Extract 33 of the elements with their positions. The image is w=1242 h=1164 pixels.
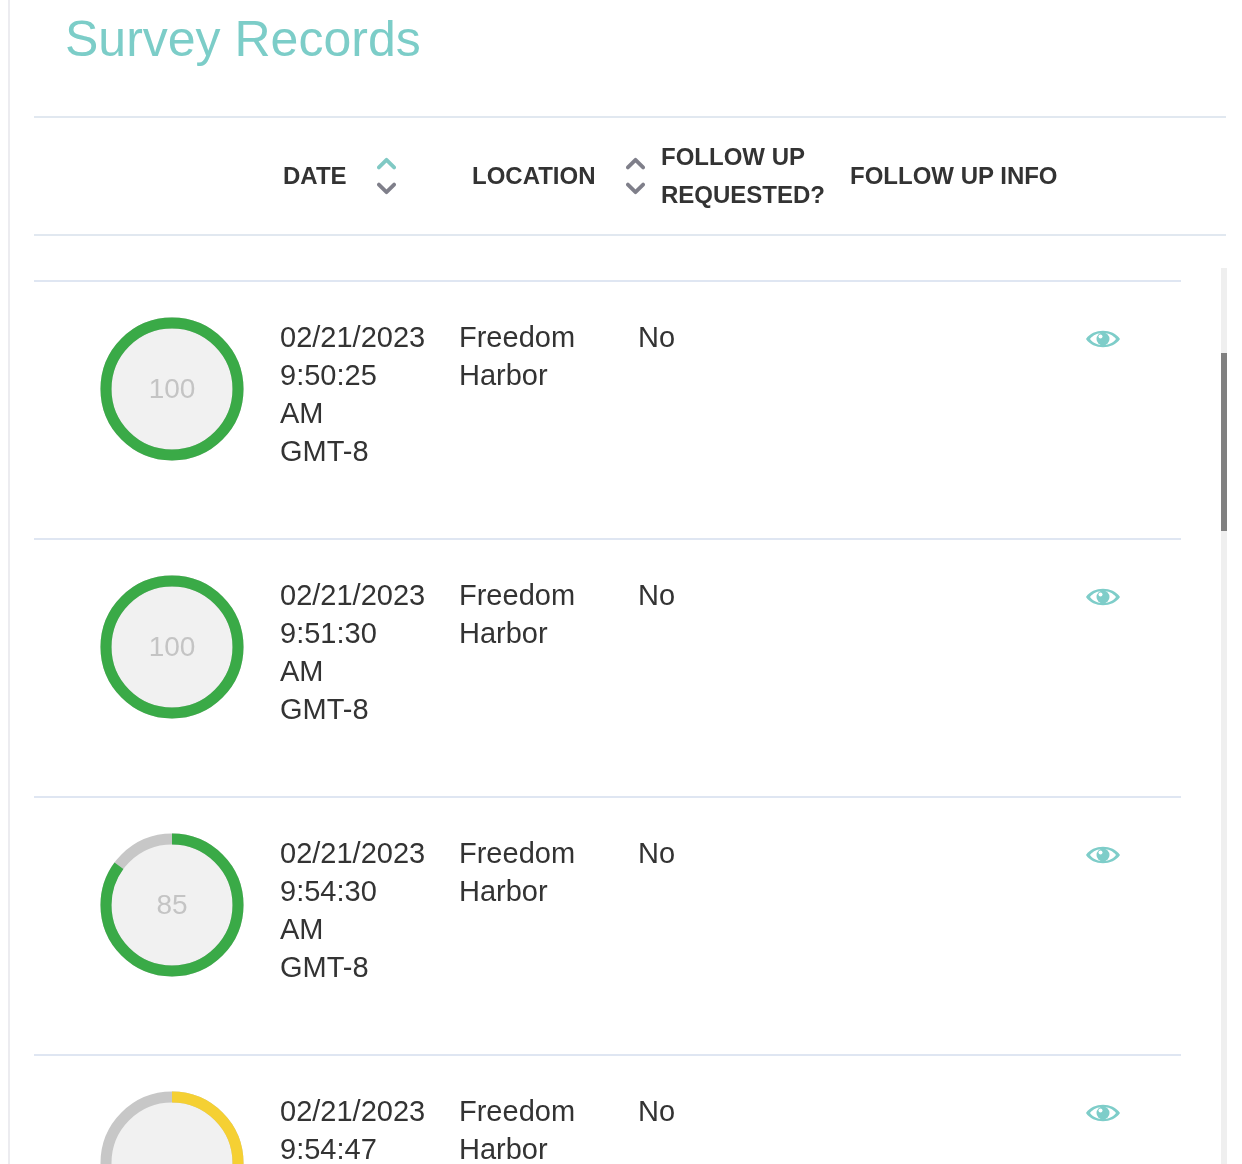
column-header: LOCATION [472, 161, 596, 191]
page-title: Survey Records [34, 0, 1226, 118]
date-text: AM [280, 654, 325, 689]
location-text: Harbor [459, 874, 549, 909]
date-text: 9:51:30 [280, 616, 378, 651]
date-text: 9:54:47 [280, 1132, 378, 1164]
date-text: 02/21/2023 [280, 578, 427, 613]
date-text: 02/21/2023 [280, 1094, 427, 1129]
column-header: DATE [283, 161, 347, 191]
date-text: 02/21/2023 [280, 320, 427, 355]
column-header: FOLLOW UP INFO [850, 161, 1058, 191]
location-text: Freedom [459, 578, 577, 613]
date-text: GMT-8 [280, 950, 370, 985]
follow-up-text: No [638, 836, 677, 871]
date-text: AM [280, 396, 325, 431]
date-text: 02/21/2023 [280, 836, 427, 871]
follow-up-text: No [638, 320, 677, 355]
location-text: Harbor [459, 1132, 549, 1164]
date-text: GMT-8 [280, 434, 370, 469]
date-text: GMT-8 [280, 692, 370, 727]
location-text: Harbor [459, 616, 549, 651]
follow-up-text: No [638, 1094, 677, 1129]
location-text: Freedom [459, 320, 577, 355]
location-text: Freedom [459, 836, 577, 871]
date-text: AM [280, 912, 325, 947]
follow-up-text: No [638, 578, 677, 613]
location-text: Harbor [459, 358, 549, 393]
sort-icon[interactable] [376, 157, 396, 195]
location-text: Freedom [459, 1094, 577, 1129]
date-text: 9:54:30 [280, 874, 378, 909]
date-text: 9:50:25 [280, 358, 378, 393]
sort-icon[interactable] [625, 157, 645, 195]
column-header: FOLLOW UP REQUESTED? [661, 142, 826, 210]
